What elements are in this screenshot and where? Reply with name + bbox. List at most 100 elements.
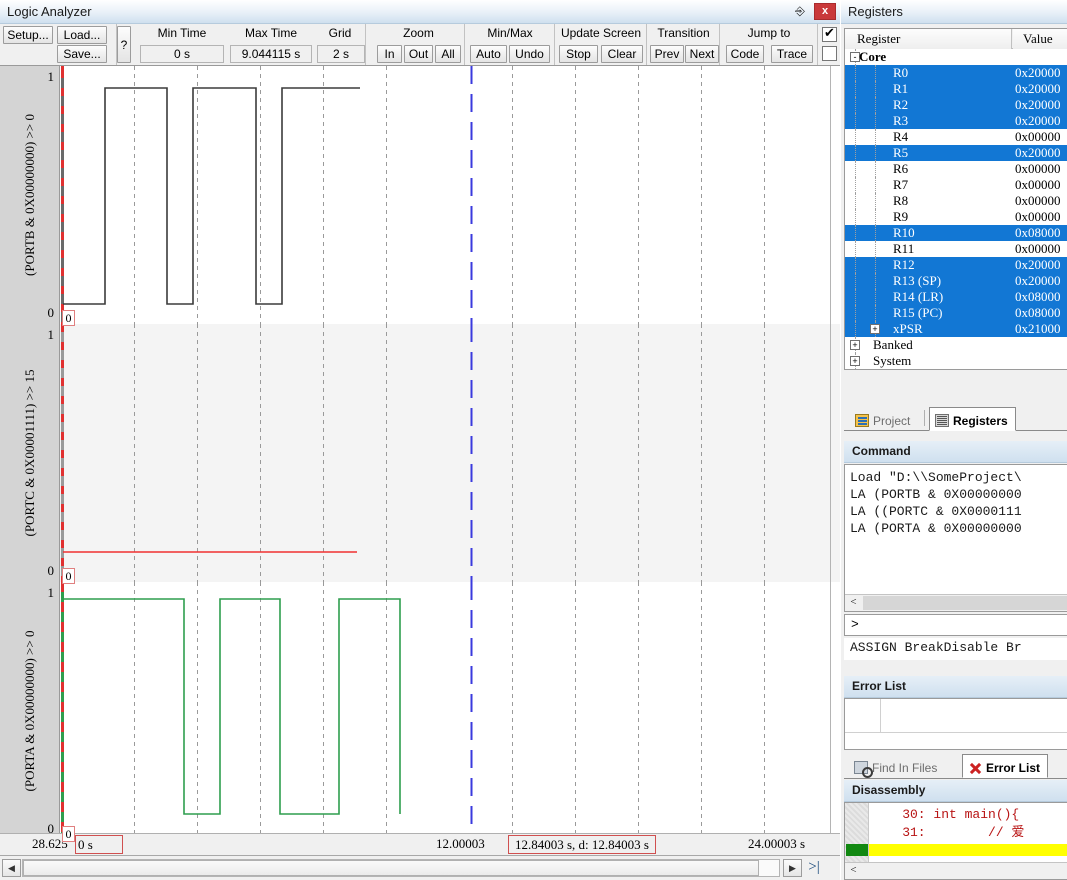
disassembly-title: Disassembly (844, 780, 1067, 802)
minmax-undo-button[interactable]: Undo (509, 45, 550, 63)
min-time-field[interactable]: 0 s (140, 45, 224, 63)
zoom-out-button[interactable]: Out (404, 45, 433, 63)
horizontal-scrollbar[interactable]: ◀ ▶ >| (0, 855, 840, 880)
register-row-xpsr[interactable]: +xPSR0x21000 (845, 321, 1067, 337)
right-dock: Registers Register Value -CoreR00x20000R… (841, 0, 1067, 880)
register-row-r12[interactable]: R120x20000 (845, 257, 1067, 273)
tree-guide (875, 289, 876, 305)
toolbar-checkbox-bottom[interactable] (822, 46, 837, 61)
waveform-plot-portc[interactable] (60, 324, 840, 582)
disassembly-horizontal-scrollbar[interactable]: < (845, 862, 1067, 879)
register-row-r1[interactable]: R1 0x20000 (845, 81, 1067, 97)
column-header-register[interactable]: Register (845, 29, 1012, 49)
scrollbar-track[interactable] (22, 859, 780, 877)
error-list-header-row (845, 699, 1067, 733)
scrollbar-thumb[interactable] (23, 860, 759, 876)
registers-column-header: Register Value (845, 29, 1067, 49)
tree-guide (875, 241, 876, 257)
update-clear-button[interactable]: Clear (601, 45, 643, 63)
load-button[interactable]: Load... (57, 26, 107, 44)
max-time-field[interactable]: 9.044115 s (230, 45, 312, 63)
waveform-plot-portb[interactable] (60, 66, 840, 324)
register-row-banked[interactable]: +Banked (845, 337, 1067, 353)
time-ruler: 28.625 0 s 12.00003 12.84003 s, d: 12.84… (0, 833, 840, 855)
scroll-end-icon[interactable]: >| (803, 858, 825, 878)
waveform-hi-porta: 1 (48, 585, 55, 601)
registers-icon (935, 414, 949, 427)
register-row-r9[interactable]: R90x00000 (845, 209, 1067, 225)
tab-find-in-files[interactable]: Find In Files (849, 754, 944, 778)
command-output[interactable]: Load "D:\\SomeProject\ LA (PORTB & 0X000… (844, 464, 1067, 612)
register-row-r8[interactable]: R80x00000 (845, 193, 1067, 209)
disassembly-line: 31: // 爱 (871, 824, 1024, 842)
register-row-system[interactable]: +System (845, 353, 1067, 369)
registers-table[interactable]: Register Value -CoreR00x20000R10x20000R2… (844, 28, 1067, 370)
register-row-core[interactable]: -Core (845, 49, 1067, 65)
pin-icon[interactable]: ⎆ (792, 4, 808, 20)
register-row-r4[interactable]: R40x00000 (845, 129, 1067, 145)
help-button[interactable]: ? (117, 26, 131, 63)
waveform-plot-porta[interactable] (60, 582, 840, 840)
grid-label: Grid (314, 26, 366, 40)
command-input[interactable]: > (844, 614, 1067, 636)
update-stop-button[interactable]: Stop (559, 45, 598, 63)
register-name: R1 (893, 81, 908, 97)
error-list-table[interactable] (844, 698, 1067, 750)
tree-guide (855, 177, 856, 193)
register-row-r0[interactable]: R00x20000 (845, 65, 1067, 81)
command-scroll-track[interactable] (863, 596, 1067, 610)
register-value: 0x20000 (1015, 145, 1061, 161)
save-button[interactable]: Save... (57, 45, 107, 63)
command-line: Load "D:\\SomeProject\ (845, 469, 1067, 486)
register-value: 0x20000 (1015, 81, 1061, 97)
expand-icon[interactable]: + (850, 356, 860, 366)
tree-guide (855, 241, 856, 257)
register-row-r14-lr[interactable]: R14 (LR)0x08000 (845, 289, 1067, 305)
expand-icon[interactable]: + (870, 324, 880, 334)
waveform-hi-portc: 1 (48, 327, 55, 343)
register-row-r3[interactable]: R30x20000 (845, 113, 1067, 129)
register-row-r11[interactable]: R110x00000 (845, 241, 1067, 257)
command-horizontal-scrollbar[interactable]: < (845, 594, 1067, 611)
disassembly-view[interactable]: 30: int main(){ 31: // 爱 < (844, 802, 1067, 880)
cursor-readout[interactable]: 12.84003 s, d: 12.84003 s (508, 835, 656, 854)
chevron-left-icon[interactable]: < (846, 596, 861, 610)
time-start-marker[interactable]: 0 s (75, 835, 123, 854)
register-row-r2[interactable]: R20x20000 (845, 97, 1067, 113)
register-name: R13 (SP) (893, 273, 941, 289)
tab-project[interactable]: Project (850, 407, 917, 431)
scroll-right-icon[interactable]: ▶ (783, 859, 802, 877)
minmax-auto-button[interactable]: Auto (470, 45, 507, 63)
scroll-left-icon[interactable]: ◀ (2, 859, 21, 877)
min-time-label: Min Time (136, 26, 228, 40)
chevron-left-icon[interactable]: < (846, 864, 861, 878)
register-name: R12 (893, 257, 915, 273)
register-row-r13-sp[interactable]: R13 (SP)0x20000 (845, 273, 1067, 289)
toolbar-checkbox-top[interactable] (822, 27, 837, 42)
max-time-label: Max Time (228, 26, 314, 40)
setup-button[interactable]: Setup... (3, 26, 53, 44)
waveform-svg-portc (60, 324, 840, 582)
register-row-r5[interactable]: R50x20000 (845, 145, 1067, 161)
register-value: 0x00000 (1015, 161, 1061, 177)
close-icon[interactable]: x (814, 3, 836, 20)
register-row-r15-pc[interactable]: R15 (PC)0x08000 (845, 305, 1067, 321)
tab-registers[interactable]: Registers (929, 407, 1016, 431)
zoom-in-button[interactable]: In (377, 45, 402, 63)
jump-to-code-button[interactable]: Code (726, 45, 764, 63)
register-row-r6[interactable]: R60x00000 (845, 161, 1067, 177)
grid-field[interactable]: 2 s (317, 45, 365, 63)
register-row-r7[interactable]: R70x00000 (845, 177, 1067, 193)
tree-guide (855, 209, 856, 225)
column-header-value[interactable]: Value (1013, 29, 1067, 49)
tree-guide (855, 273, 856, 289)
zoom-all-button[interactable]: All (435, 45, 461, 63)
transition-next-button[interactable]: Next (685, 45, 719, 63)
transition-prev-button[interactable]: Prev (650, 45, 684, 63)
register-name: R2 (893, 97, 908, 113)
expand-icon[interactable]: + (850, 340, 860, 350)
tab-error-list[interactable]: Error List (962, 754, 1048, 778)
register-name: R4 (893, 129, 908, 145)
register-row-r10[interactable]: R100x08000 (845, 225, 1067, 241)
jump-to-trace-button[interactable]: Trace (771, 45, 813, 63)
